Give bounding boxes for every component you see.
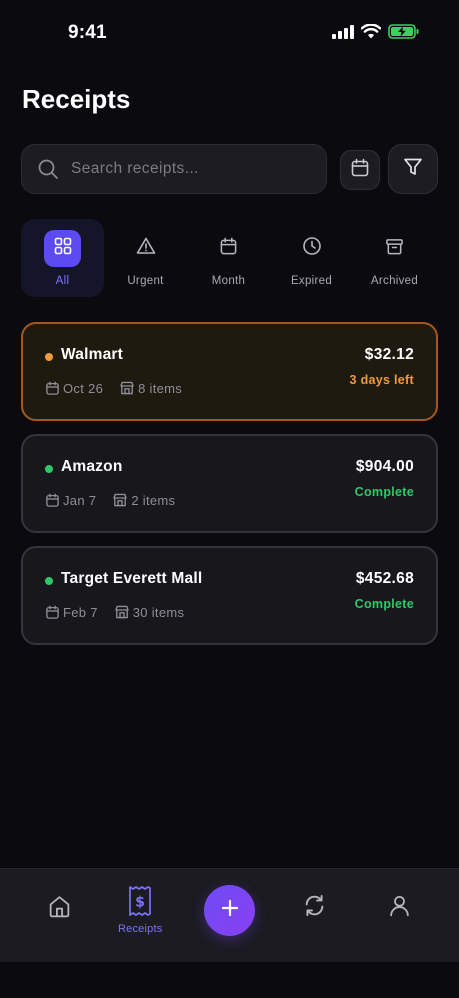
receipt-card[interactable]: Target Everett Mall $452.68 Complete Feb…: [21, 546, 438, 645]
receipt-amount: $904.00: [355, 458, 414, 475]
status-dot: [45, 465, 53, 473]
bottom-nav: $ Receipts: [0, 868, 459, 962]
wifi-icon: [360, 23, 382, 44]
nav-receipts[interactable]: $ Receipts: [118, 885, 162, 935]
tab-label: Expired: [290, 275, 333, 287]
tab-label: Urgent: [127, 275, 164, 287]
status-time: 9:41: [68, 22, 107, 43]
status-dot: [45, 577, 53, 585]
nav-receipts-label: Receipts: [118, 923, 163, 935]
store-name: Target Everett Mall: [61, 570, 203, 587]
status-icons: [332, 23, 419, 44]
add-receipt-button[interactable]: [204, 885, 255, 936]
receipt-item-count: 8 items: [138, 380, 183, 396]
search-icon: [37, 158, 59, 180]
store-icon: [114, 604, 130, 620]
store-icon: [119, 380, 135, 396]
store-icon: [112, 492, 128, 508]
svg-text:$: $: [135, 895, 145, 911]
page-title: Receipts: [22, 84, 131, 114]
receipt-amount: $452.68: [355, 570, 414, 587]
store-name: Walmart: [61, 346, 123, 363]
grid-icon: [54, 237, 72, 260]
calendar-icon: [45, 380, 60, 396]
store-name: Amazon: [61, 458, 123, 475]
receipt-date: Jan 7: [63, 492, 97, 508]
receipt-icon: $: [127, 885, 153, 922]
tab-label: Archived: [370, 275, 419, 287]
warning-icon: [136, 236, 156, 261]
calendar-icon: [45, 492, 60, 508]
home-icon: [47, 894, 72, 924]
nav-sync[interactable]: [302, 893, 327, 923]
receipt-meta: Feb 7 30 items: [45, 604, 184, 620]
tab-urgent[interactable]: Urgent: [104, 219, 187, 297]
receipt-amount: $32.12: [364, 346, 414, 363]
search-input[interactable]: [71, 160, 301, 178]
archive-icon: [385, 237, 404, 261]
receipt-status: Complete: [354, 597, 414, 611]
receipt-card[interactable]: Amazon $904.00 Complete Jan 7 2 items: [21, 434, 438, 533]
tab-month[interactable]: Month: [187, 219, 270, 297]
nav-home[interactable]: [47, 894, 72, 924]
receipt-status: Complete: [354, 485, 414, 499]
receipt-status: 3 days left: [349, 373, 414, 387]
filter-tabs: All Urgent Month Expired Archived: [21, 219, 438, 297]
signal-icon: [332, 24, 354, 44]
receipt-item-count: 30 items: [132, 604, 185, 620]
tab-label: All: [55, 275, 70, 287]
tab-all[interactable]: All: [21, 219, 104, 297]
tab-archived[interactable]: Archived: [353, 219, 436, 297]
receipt-date: Oct 26: [63, 380, 104, 396]
profile-icon: [387, 893, 412, 923]
tab-expired[interactable]: Expired: [270, 219, 353, 297]
receipt-card[interactable]: Walmart $32.12 3 days left Oct 26 8 item…: [21, 322, 438, 421]
clock-icon: [302, 236, 322, 261]
status-dot: [45, 353, 53, 361]
receipt-item-count: 2 items: [131, 492, 176, 508]
filter-icon: [402, 156, 424, 183]
calendar-icon: [45, 604, 60, 620]
receipt-meta: Oct 26 8 items: [45, 380, 182, 396]
add-icon: [220, 898, 240, 923]
receipt-date: Feb 7: [63, 604, 98, 620]
sync-icon: [302, 893, 327, 923]
receipt-meta: Jan 7 2 items: [45, 492, 175, 508]
calendar-icon: [219, 237, 238, 261]
date-picker-button[interactable]: [340, 150, 380, 190]
filter-button[interactable]: [388, 144, 438, 194]
calendar-icon: [350, 158, 370, 183]
search-bar[interactable]: [21, 144, 327, 194]
nav-profile[interactable]: [387, 893, 412, 923]
tab-label: Month: [211, 275, 246, 287]
battery-charging-icon: [388, 24, 419, 44]
status-bar: 9:41: [0, 0, 459, 64]
